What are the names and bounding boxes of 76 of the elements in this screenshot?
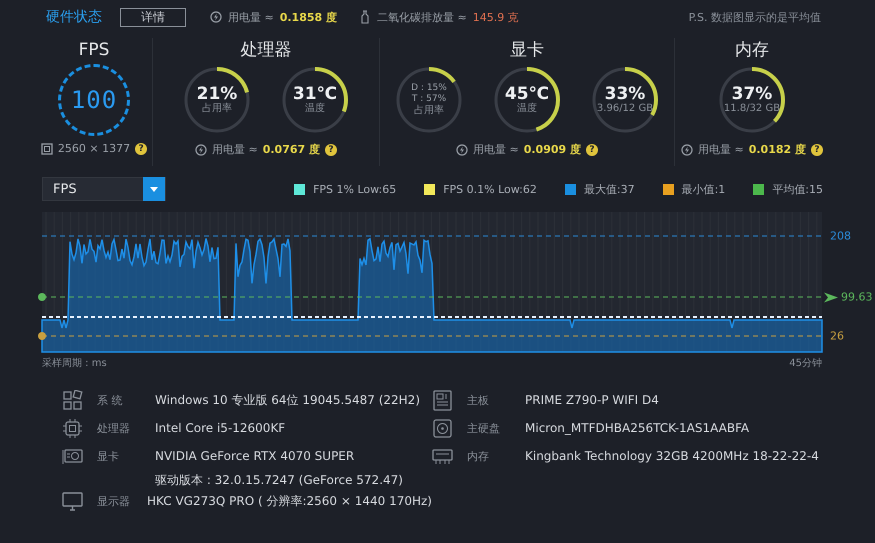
info-label: 主硬盘 <box>467 421 501 437</box>
gauge-caption: 温度 <box>305 103 325 116</box>
page-title: 硬件状态 <box>46 8 102 26</box>
section-title: FPS <box>78 39 110 62</box>
section-title: 处理器 <box>240 39 292 62</box>
chart-select[interactable]: FPS <box>42 177 166 201</box>
info-label: 系 统 <box>97 393 124 409</box>
info-value: NVIDIA GeForce RTX 4070 SUPER <box>155 448 356 465</box>
gauge-caption: 温度 <box>517 103 537 116</box>
info-value: HKC VG273Q PRO ( 分辨率:2560 × 1440 170Hz) <box>147 493 432 510</box>
power-icon <box>210 11 222 23</box>
avg-marker <box>38 293 46 301</box>
chip-icon <box>62 418 83 439</box>
section-title: 显卡 <box>510 39 544 62</box>
fps-counter: 100 <box>58 64 130 136</box>
screen-icon <box>40 142 53 154</box>
help-badge[interactable]: ? <box>586 144 598 156</box>
gauge-reading: D : 15% <box>411 83 447 94</box>
min-marker <box>38 332 46 340</box>
dropdown-icon <box>149 186 159 192</box>
power-label: 用电量 ≈ <box>698 142 744 157</box>
driver-version: 驱动版本 : 32.0.15.7247 (GeForce 572.47) <box>155 472 403 489</box>
grid-icon <box>62 390 83 411</box>
gauge-value: 33% <box>604 84 646 104</box>
note-text: P.S. 数据图显示的是平均值 <box>688 10 821 24</box>
info-value: Kingbank Technology 32GB 4200MHz 18-22-22-4 <box>525 448 819 465</box>
help-badge[interactable]: ? <box>325 144 337 156</box>
power-value: 0.0767 度 <box>262 142 320 157</box>
info-value: Windows 10 专业版 64位 19045.5487 (22H2) <box>155 392 420 409</box>
help-badge[interactable]: ? <box>811 144 823 156</box>
info-label: 显示器 <box>97 494 131 510</box>
gauge-caption: 11.8/32 GB <box>724 103 780 116</box>
gauge-caption: 3.96/12 GB <box>596 103 654 116</box>
help-badge[interactable]: ? <box>135 142 148 154</box>
power-label: 用电量 ≈ <box>228 10 274 24</box>
reference-value: 208 <box>830 230 851 242</box>
power-value: 0.1858 度 <box>280 10 337 24</box>
power-label: 用电量 ≈ <box>212 142 258 157</box>
co2-label: 二氧化碳排放量 ≈ <box>377 10 467 24</box>
resolution-text: 2560 × 1377 <box>58 142 130 155</box>
gauge-value: 21% <box>196 84 238 104</box>
axis-label: 采样周期 : ms <box>42 356 107 370</box>
legend-label: 最小值:1 <box>682 182 726 196</box>
legend-label: 最大值:37 <box>584 182 635 196</box>
axis-label: 45分钟 <box>789 356 822 370</box>
gauge-value: 45℃ <box>504 84 550 104</box>
reference-value: 26 <box>830 330 844 342</box>
info-label: 内存 <box>467 449 490 465</box>
gauge-value: 37% <box>732 84 772 104</box>
info-value: Intel Core i5-12600KF <box>155 420 286 437</box>
info-value: PRIME Z790-P WIFI D4 <box>525 392 659 409</box>
arrow-icon <box>824 292 838 302</box>
power-value: 0.0909 度 <box>524 142 581 157</box>
gauge-caption: 占用率 <box>202 103 232 116</box>
info-label: 主板 <box>467 393 490 409</box>
info-label: 处理器 <box>97 421 131 437</box>
legend-label: 平均值:15 <box>772 182 823 196</box>
info-label: 显卡 <box>97 449 120 465</box>
monitor-icon <box>62 491 83 512</box>
section-title: 内存 <box>735 39 769 62</box>
power-icon <box>681 144 693 156</box>
details-button[interactable]: 详情 <box>120 8 186 26</box>
gauge-value: 31℃ <box>292 84 338 104</box>
power-label: 用电量 ≈ <box>473 142 519 157</box>
power-icon <box>195 144 207 156</box>
reference-value: 99.63 <box>841 290 872 304</box>
info-value: Micron_MTFDHBA256TCK-1AS1AABFA <box>525 420 750 437</box>
legend-label: FPS 0.1% Low:62 <box>443 182 537 196</box>
gauge-reading: T : 57% <box>412 94 446 104</box>
gauge-caption: 占用率 <box>414 104 444 117</box>
power-value: 0.0182 度 <box>748 142 806 157</box>
co2-value: 145.9 克 <box>472 10 519 24</box>
legend-label: FPS 1% Low:65 <box>313 182 396 196</box>
motherboard-icon <box>432 390 453 411</box>
bottle-icon <box>359 10 371 24</box>
power-icon <box>456 144 468 156</box>
